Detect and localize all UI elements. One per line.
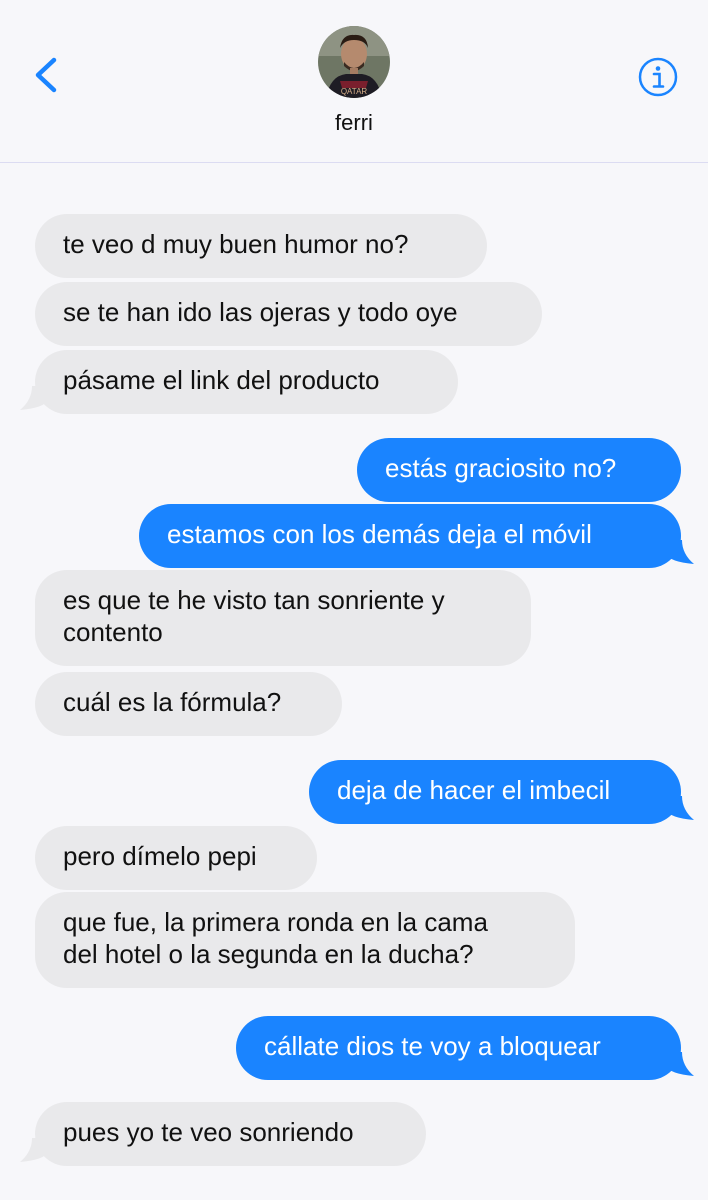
message-incoming[interactable]: es que te he visto tan sonriente y conte… (35, 570, 531, 666)
message-text: pues yo te veo sonriendo (63, 1117, 354, 1147)
message-outgoing[interactable]: deja de hacer el imbecil (309, 760, 681, 824)
message-text: pásame el link del producto (63, 365, 380, 395)
message-outgoing[interactable]: cállate dios te voy a bloquear (236, 1016, 681, 1080)
message-outgoing[interactable]: estás graciosito no? (357, 438, 681, 502)
message-incoming[interactable]: pásame el link del producto (35, 350, 458, 414)
bubble-tail (666, 796, 694, 820)
message-outgoing[interactable]: estamos con los demás deja el móvil (139, 504, 681, 568)
message-incoming[interactable]: te veo d muy buen humor no? (35, 214, 487, 278)
message-text: estás graciosito no? (385, 453, 617, 483)
message-thread: te veo d muy buen humor no? se te han id… (0, 0, 708, 1200)
message-text: estamos con los demás deja el móvil (167, 519, 592, 549)
message-incoming[interactable]: que fue, la primera ronda en la cama del… (35, 892, 575, 988)
bubble-tail (666, 1052, 694, 1076)
message-text: cuál es la fórmula? (63, 687, 282, 717)
message-incoming[interactable]: pero dímelo pepi (35, 826, 317, 890)
message-text-line: contento (63, 617, 163, 647)
message-text: te veo d muy buen humor no? (63, 229, 409, 259)
message-text: cállate dios te voy a bloquear (264, 1031, 601, 1061)
message-text-line: que fue, la primera ronda en la cama (63, 907, 488, 937)
message-text-line: del hotel o la segunda en la ducha? (63, 939, 474, 969)
bubble-tail (666, 540, 694, 564)
bubble-tail (20, 386, 48, 410)
message-incoming[interactable]: pues yo te veo sonriendo (35, 1102, 426, 1166)
message-text: se te han ido las ojeras y todo oye (63, 297, 458, 327)
bubble-tail (20, 1138, 48, 1162)
message-incoming[interactable]: se te han ido las ojeras y todo oye (35, 282, 542, 346)
message-text: pero dímelo pepi (63, 841, 257, 871)
message-incoming[interactable]: cuál es la fórmula? (35, 672, 342, 736)
message-text: deja de hacer el imbecil (337, 775, 611, 805)
message-text-line: es que te he visto tan sonriente y (63, 585, 445, 615)
